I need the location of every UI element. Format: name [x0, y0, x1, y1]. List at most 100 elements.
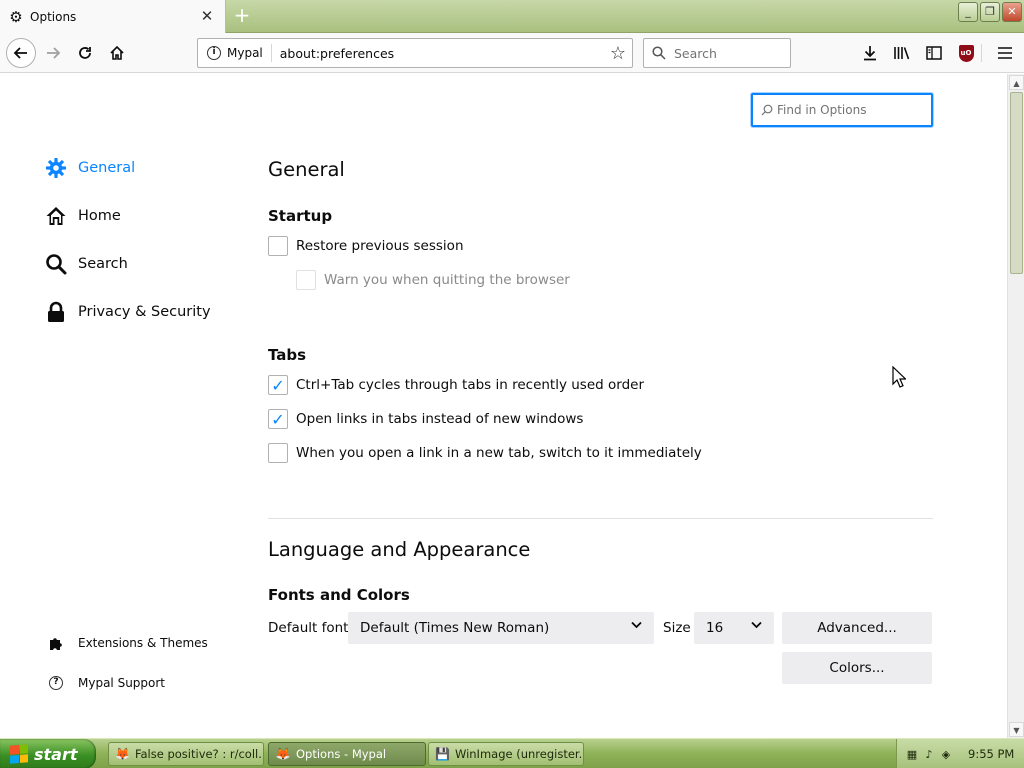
switch-to-tab-option[interactable]: When you open a link in a new tab, switc…	[268, 443, 702, 463]
back-button[interactable]	[6, 38, 36, 68]
volume-icon[interactable]: ♪	[922, 747, 936, 761]
mypal-support-label: Mypal Support	[78, 676, 166, 690]
open-links-tabs-checkbox[interactable]: ✓	[268, 409, 288, 429]
taskbar-item-label: False positive? : r/coll...	[134, 747, 264, 761]
category-label: General	[78, 160, 136, 176]
close-window-button[interactable]: ✕	[1002, 2, 1022, 22]
reload-icon	[79, 47, 91, 59]
search-icon	[761, 104, 773, 116]
windows-flag-icon	[10, 744, 28, 764]
hamburger-menu-icon	[998, 47, 1012, 59]
chevron-down-icon	[751, 619, 762, 632]
identity-label: Mypal	[227, 44, 272, 62]
search-bar[interactable]: Search	[643, 38, 791, 68]
default-font-select[interactable]: Default (Times New Roman)	[348, 612, 654, 644]
scroll-down-arrow-icon[interactable]: ▼	[1009, 722, 1024, 737]
scroll-up-arrow-icon[interactable]: ▲	[1009, 75, 1024, 90]
tab-options[interactable]: ⚙ Options ✕	[0, 0, 226, 33]
taskbar-item-label: WinImage (unregister...	[454, 747, 584, 761]
extensions-themes-label: Extensions & Themes	[78, 636, 208, 650]
library-button[interactable]	[888, 39, 916, 67]
find-placeholder: Find in Options	[777, 103, 867, 117]
ctrl-tab-option[interactable]: ✓ Ctrl+Tab cycles through tabs in recent…	[268, 375, 644, 395]
category-home[interactable]: Home	[44, 204, 121, 228]
url-bar[interactable]: i Mypal about:preferences ☆	[197, 38, 633, 68]
help-icon: ?	[48, 675, 64, 691]
size-label: Size	[663, 620, 691, 636]
clock[interactable]: 9:55 PM	[968, 747, 1014, 761]
ublock-button[interactable]: uO	[952, 39, 980, 67]
minimize-button[interactable]: _	[958, 2, 978, 22]
search-icon	[44, 252, 68, 276]
taskbar-item-winimage[interactable]: 💾 WinImage (unregister...	[428, 742, 584, 766]
restore-button[interactable]: ❐	[980, 2, 1000, 22]
taskbar-item-reddit[interactable]: 🦊 False positive? : r/coll...	[108, 742, 264, 766]
colors-button[interactable]: Colors...	[782, 652, 932, 684]
preferences-page: Find in Options General Home Search Priv…	[0, 74, 1007, 738]
gear-icon: ⚙	[9, 7, 23, 26]
fonts-colors-heading: Fonts and Colors	[268, 586, 410, 604]
category-label: Home	[78, 208, 121, 224]
restore-session-checkbox[interactable]	[268, 236, 288, 256]
home-button[interactable]	[103, 39, 131, 67]
switch-to-tab-label: When you open a link in a new tab, switc…	[296, 445, 702, 461]
category-label: Search	[78, 256, 128, 272]
lock-icon	[44, 300, 68, 324]
tab-title: Options	[30, 9, 77, 24]
tab-strip: ⚙ Options ✕ + _ ❐ ✕	[0, 0, 1024, 33]
category-privacy-security[interactable]: Privacy & Security	[44, 300, 211, 324]
downloads-button[interactable]	[856, 39, 884, 67]
bookmark-star-icon[interactable]: ☆	[610, 43, 626, 64]
info-icon[interactable]: i	[207, 46, 221, 60]
language-appearance-heading: Language and Appearance	[268, 538, 531, 561]
reload-button[interactable]	[71, 39, 99, 67]
restore-session-option[interactable]: Restore previous session	[268, 236, 464, 256]
warn-quit-label: Warn you when quitting the browser	[324, 272, 570, 288]
arrow-right-icon	[47, 47, 61, 59]
home-icon	[44, 204, 68, 228]
extensions-themes-link[interactable]: Extensions & Themes	[48, 635, 208, 651]
browser-icon: 🦊	[275, 747, 291, 761]
font-size-value: 16	[706, 620, 724, 636]
forward-button[interactable]	[39, 39, 67, 67]
restore-session-label: Restore previous session	[296, 238, 464, 254]
taskbar-item-label: Options - Mypal	[296, 747, 387, 761]
start-button[interactable]: start	[0, 739, 96, 768]
tab-close-button[interactable]: ✕	[199, 8, 215, 24]
warn-quit-option: Warn you when quitting the browser	[296, 270, 570, 290]
security-shield-icon[interactable]: ◈	[939, 747, 953, 761]
advanced-fonts-button[interactable]: Advanced...	[782, 612, 932, 644]
page-scrollbar[interactable]: ▲ ▼	[1007, 74, 1024, 738]
network-icon[interactable]: ▦	[905, 747, 919, 761]
default-font-label: Default font	[268, 620, 349, 636]
new-tab-button[interactable]: +	[231, 4, 253, 28]
scroll-thumb[interactable]	[1010, 92, 1023, 274]
start-label: start	[34, 744, 78, 764]
windows-taskbar: start 🦊 False positive? : r/coll... 🦊 Op…	[0, 738, 1024, 768]
download-icon	[864, 46, 876, 61]
arrow-left-icon	[13, 47, 27, 59]
sidebar-button[interactable]	[920, 39, 948, 67]
switch-to-tab-checkbox[interactable]	[268, 443, 288, 463]
library-icon	[894, 47, 910, 60]
open-links-tabs-option[interactable]: ✓ Open links in tabs instead of new wind…	[268, 409, 583, 429]
gear-icon	[44, 156, 68, 180]
ublock-shield-icon: uO	[958, 44, 974, 62]
taskbar-item-mypal-options[interactable]: 🦊 Options - Mypal	[268, 742, 426, 766]
open-links-tabs-label: Open links in tabs instead of new window…	[296, 411, 584, 427]
window-controls: _ ❐ ✕	[958, 2, 1022, 22]
category-search[interactable]: Search	[44, 252, 128, 276]
menu-button[interactable]	[991, 39, 1019, 67]
search-icon	[652, 46, 666, 60]
sidebar-icon	[926, 46, 942, 60]
navigation-toolbar: i Mypal about:preferences ☆ Search uO	[0, 33, 1024, 73]
url-text[interactable]: about:preferences	[280, 46, 394, 61]
category-general[interactable]: General	[44, 156, 135, 180]
page-title: General	[268, 158, 345, 181]
find-in-options-input[interactable]: Find in Options	[751, 93, 933, 127]
mypal-support-link[interactable]: ? Mypal Support	[48, 675, 165, 691]
browser-icon: 🦊	[115, 747, 130, 761]
search-placeholder: Search	[674, 45, 717, 61]
font-size-select[interactable]: 16	[694, 612, 774, 644]
ctrl-tab-checkbox[interactable]: ✓	[268, 375, 288, 395]
